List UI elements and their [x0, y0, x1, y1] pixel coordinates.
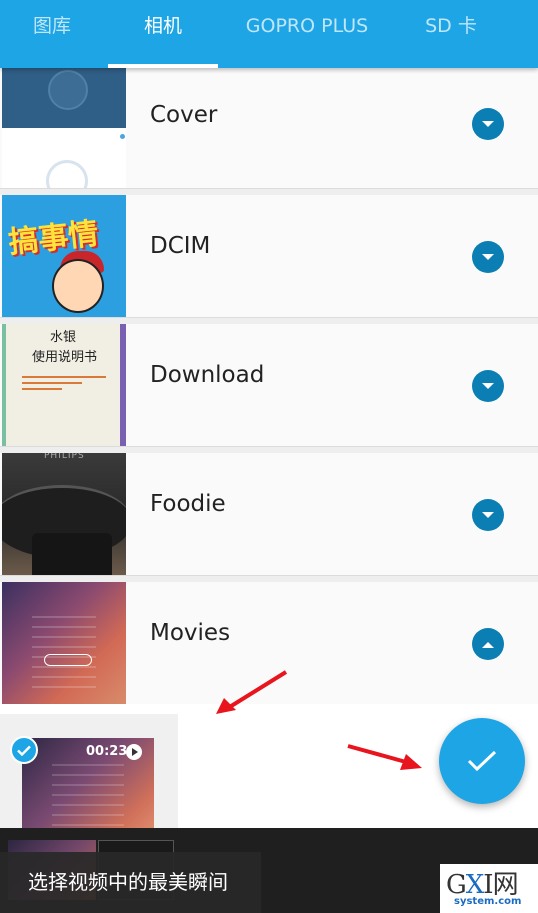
tab-sd-card[interactable]: SD 卡: [396, 0, 506, 68]
video-tile[interactable]: 00:23: [0, 714, 178, 838]
checkmark-icon: [467, 750, 497, 772]
folder-row-foodie[interactable]: PHILIPS Foodie: [0, 453, 538, 576]
chevron-down-icon[interactable]: [472, 241, 504, 273]
folder-label: Download: [150, 362, 265, 388]
chevron-down-icon[interactable]: [472, 370, 504, 402]
thumbnail-brand: PHILIPS: [44, 453, 85, 461]
active-tab-indicator: [108, 64, 218, 68]
confirm-button[interactable]: [439, 718, 525, 804]
hint-toast: 选择视频中的最美瞬间: [0, 852, 261, 913]
play-icon[interactable]: [126, 744, 142, 760]
tab-gallery[interactable]: 图库: [0, 0, 104, 68]
selected-check-icon[interactable]: [10, 736, 38, 764]
thumbnail-subtitle: 使用说明书: [32, 350, 98, 365]
folder-label: DCIM: [150, 233, 211, 259]
folder-thumbnail: [2, 66, 126, 188]
folder-thumbnail: 搞事情: [2, 195, 126, 317]
watermark-logo: GXI网 system.com: [440, 864, 538, 913]
folder-thumbnail: [2, 582, 126, 704]
video-duration: 00:23: [86, 744, 128, 759]
tab-camera[interactable]: 相机: [108, 0, 218, 68]
tab-gopro-plus[interactable]: GOPRO PLUS: [222, 0, 392, 68]
video-thumbnail[interactable]: 00:23: [22, 738, 154, 838]
top-tab-bar: 图库 相机 GOPRO PLUS SD 卡: [0, 0, 538, 68]
folder-label: Foodie: [150, 491, 226, 517]
thumbnail-title: 水银: [50, 330, 77, 345]
chevron-down-icon[interactable]: [472, 499, 504, 531]
folder-label: Cover: [150, 102, 218, 128]
annotation-arrow-icon: [216, 670, 288, 714]
folder-label: Movies: [150, 620, 231, 646]
folder-thumbnail: 水银 使用说明书: [2, 324, 126, 446]
folder-row-dcim[interactable]: 搞事情 DCIM: [0, 195, 538, 318]
folder-thumbnail: PHILIPS: [2, 453, 126, 575]
thumbnail-title: 搞事情: [6, 216, 100, 261]
folder-row-download[interactable]: 水银 使用说明书 Download: [0, 324, 538, 447]
chevron-down-icon[interactable]: [472, 108, 504, 140]
annotation-arrow-icon: [347, 744, 422, 770]
chevron-up-icon[interactable]: [472, 628, 504, 660]
folder-row-cover[interactable]: Cover: [0, 66, 538, 189]
